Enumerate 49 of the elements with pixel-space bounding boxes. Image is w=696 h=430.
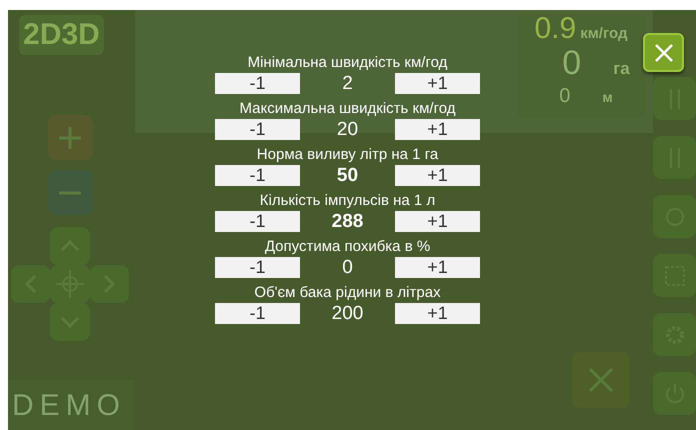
setting-value: 288 [332, 211, 364, 232]
setting-label: Максимальна швидкість км/год [240, 99, 456, 119]
minus-icon [57, 190, 83, 196]
close-icon [654, 42, 674, 62]
setting-value: 20 [336, 119, 358, 140]
side-button[interactable] [653, 136, 696, 179]
increment-button[interactable]: +1 [394, 165, 480, 186]
increment-button[interactable]: +1 [394, 119, 480, 140]
side-button[interactable] [653, 195, 696, 238]
decrement-button[interactable]: -1 [215, 211, 300, 232]
setting-value: 200 [332, 303, 364, 324]
distance-reading: 0 [559, 84, 570, 109]
down-button[interactable] [50, 303, 90, 341]
setting-label: Норма виливу літр на 1 га [256, 145, 438, 165]
increment-button[interactable]: +1 [394, 303, 480, 324]
side-button[interactable] [653, 77, 696, 120]
decrement-button[interactable]: -1 [215, 119, 300, 140]
speed-reading: 0.9 [534, 13, 576, 45]
setting-value: 50 [336, 165, 358, 186]
side-button[interactable] [653, 372, 696, 415]
area-unit: га [613, 58, 630, 80]
decrement-button[interactable]: -1 [215, 165, 300, 186]
decrement-button[interactable]: -1 [215, 257, 300, 278]
up-button[interactable] [50, 227, 90, 265]
area-reading: 0 [562, 45, 582, 81]
setting-label: Допустима похибка в % [264, 237, 430, 257]
setting-value: 0 [342, 257, 353, 278]
speed-unit: км/год [580, 24, 628, 44]
setting-value: 2 [342, 73, 353, 94]
increment-button[interactable]: +1 [394, 257, 480, 278]
setting-label: Об'єм бака рідини в літрах [254, 283, 441, 303]
close-icon [588, 367, 614, 393]
plus-icon [57, 124, 83, 150]
cancel-button[interactable] [572, 352, 630, 408]
zoom-in-button[interactable] [48, 115, 92, 160]
decrement-button[interactable]: -1 [215, 303, 300, 324]
side-button[interactable] [653, 254, 696, 297]
left-button[interactable] [11, 265, 50, 303]
zoom-out-button[interactable] [48, 170, 92, 215]
decrement-button[interactable]: -1 [215, 73, 300, 94]
setting-label: Кількість імпульсів на 1 л [260, 191, 436, 211]
setting-label: Мінімальна швидкість км/год [248, 53, 448, 73]
distance-unit: м [602, 88, 613, 107]
increment-button[interactable]: +1 [394, 211, 480, 232]
side-button[interactable] [653, 313, 696, 356]
right-button[interactable] [90, 265, 129, 303]
demo-label: DEMO [12, 388, 126, 424]
close-button[interactable] [643, 33, 684, 72]
increment-button[interactable]: +1 [394, 73, 480, 94]
